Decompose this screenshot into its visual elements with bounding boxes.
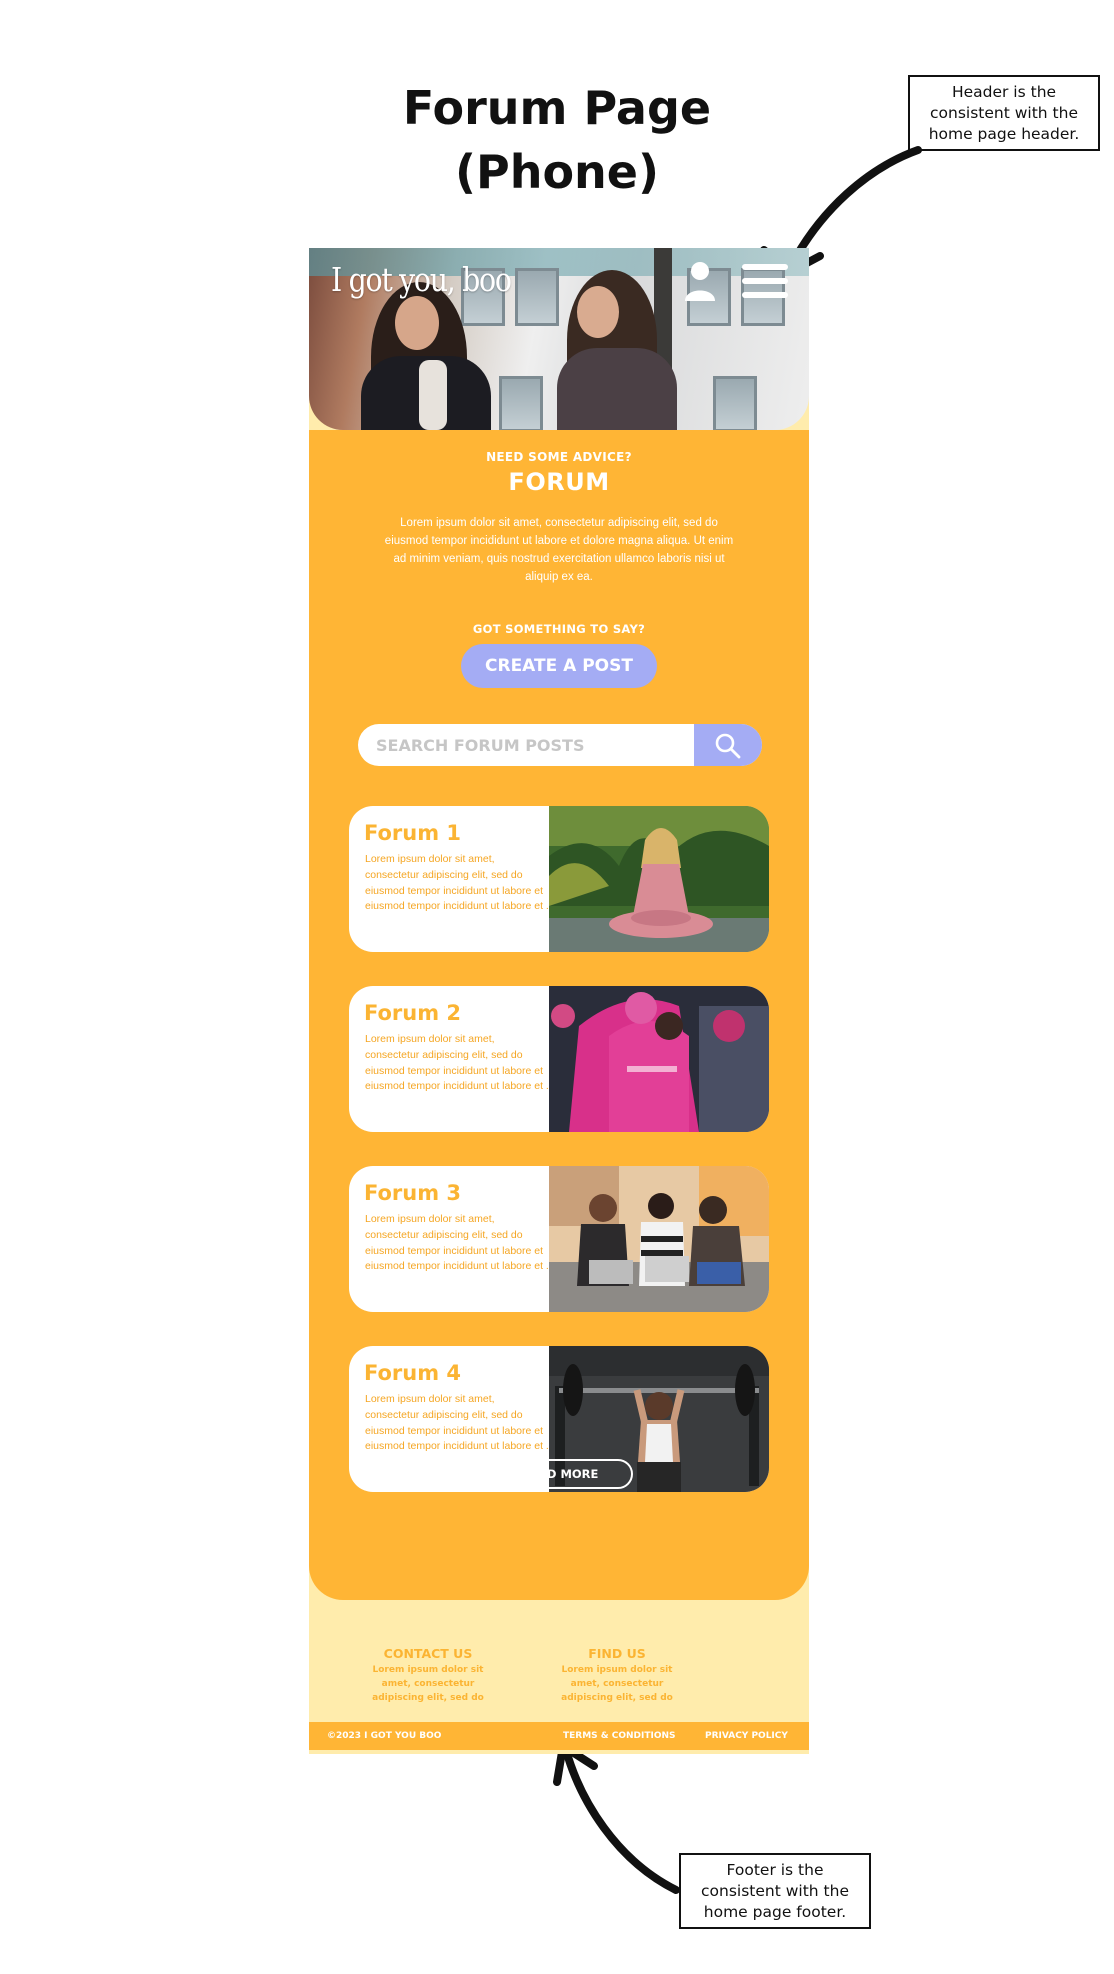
forum-heading: FORUM [508,468,610,496]
search-icon [715,733,741,759]
header-annotation: Header is the consistent with the home p… [908,75,1100,151]
privacy-link[interactable]: PRIVACY POLICY [705,1722,788,1750]
forum-card-text: Lorem ipsum dolor sit amet, consectetur … [365,1393,549,1453]
advice-eyebrow: NEED SOME ADVICE? [486,450,632,464]
footer-annotation: Footer is the consistent with the home p… [679,1853,871,1929]
load-more-button[interactable]: LOAD MORE [487,1459,633,1489]
forum-card-title: Forum 2 [364,1001,462,1025]
forum-intro-text: Lorem ipsum dolor sit amet, consectetur … [384,517,734,583]
footer-contact: CONTACT US Lorem ipsum dolor sit amet, c… [363,1646,493,1705]
forum-1-image [549,806,769,952]
terms-link[interactable]: TERMS & CONDITIONS [563,1722,676,1750]
forum-3-image [549,1166,769,1312]
footer-find-text: Lorem ipsum dolor sit amet, consectetur … [561,1665,673,1703]
forum-card-1[interactable]: Forum 1 Lorem ipsum dolor sit amet, cons… [349,806,769,952]
forum-card-title: Forum 1 [364,821,462,845]
forum-2-image [549,986,769,1132]
create-eyebrow: GOT SOMETHING TO SAY? [472,622,646,636]
forum-main: NEED SOME ADVICE? FORUM Lorem ipsum dolo… [309,430,809,1600]
forum-card-3[interactable]: Forum 3 Lorem ipsum dolor sit amet, cons… [349,1166,769,1312]
footer-find-heading[interactable]: FIND US [552,1646,682,1661]
search-bar [358,724,762,766]
forum-card-title: Forum 4 [364,1361,462,1385]
site-logo[interactable]: I got you, boo [331,260,512,299]
menu-icon[interactable] [742,264,788,300]
forum-card-text: Lorem ipsum dolor sit amet, consectetur … [365,853,549,913]
copyright-text: ©2023 I GOT YOU BOO [327,1731,442,1741]
create-post-button[interactable]: CREATE A POST [461,644,657,688]
footer-contact-text: Lorem ipsum dolor sit amet, consectetur … [372,1665,484,1703]
search-button[interactable] [694,724,762,766]
forum-card-2[interactable]: Forum 2 Lorem ipsum dolor sit amet, cons… [349,986,769,1132]
forum-card-title: Forum 3 [364,1181,462,1205]
forum-card-text: Lorem ipsum dolor sit amet, consectetur … [365,1213,549,1273]
footer-bottom-bar: ©2023 I GOT YOU BOO TERMS & CONDITIONS P… [309,1722,809,1750]
footer-find: FIND US Lorem ipsum dolor sit amet, cons… [552,1646,682,1705]
header-hero: I got you, boo [309,248,809,430]
forum-card-text: Lorem ipsum dolor sit amet, consectetur … [365,1033,549,1093]
search-input[interactable] [358,724,694,766]
user-icon[interactable] [683,261,717,301]
phone-mockup: I got you, boo NEED SOME ADVICE? FORUM L… [309,248,809,1754]
footer-contact-heading[interactable]: CONTACT US [363,1646,493,1661]
footer-arrow-icon [553,1742,680,1894]
